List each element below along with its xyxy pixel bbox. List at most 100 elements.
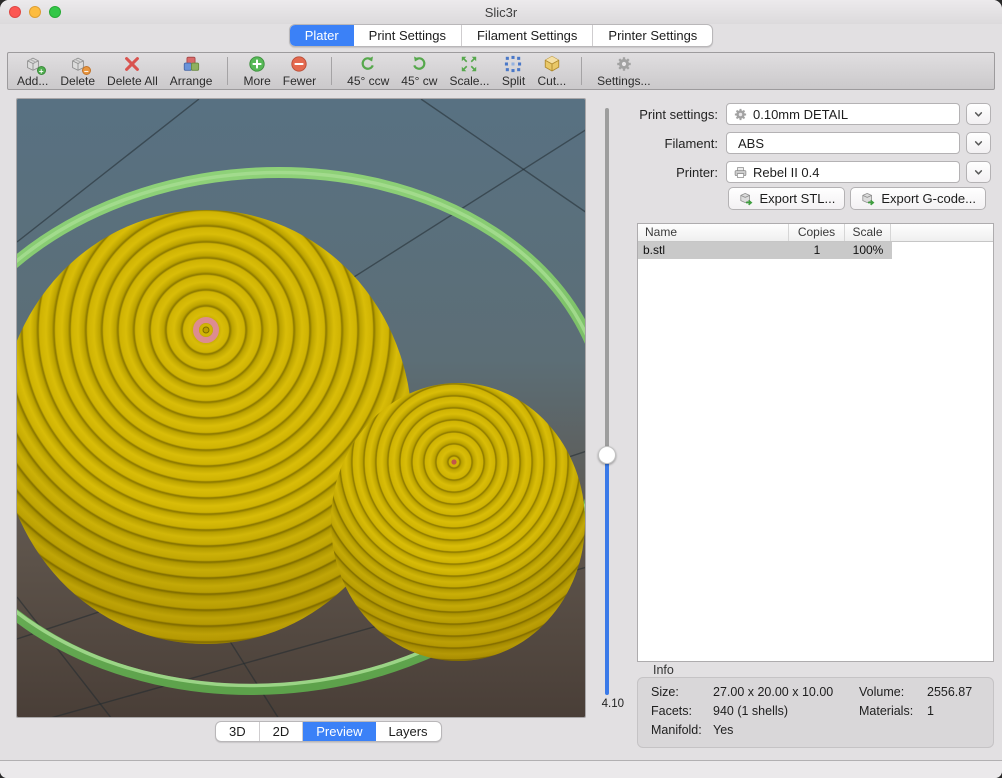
delete-all-icon xyxy=(120,55,144,74)
manifold-label: Manifold: xyxy=(651,723,713,742)
printer-dropdown-button[interactable] xyxy=(966,161,991,183)
split-icon xyxy=(501,55,525,74)
view-mode-tabs: 3D 2D Preview Layers xyxy=(215,721,442,742)
layer-height-value: 4.10 xyxy=(588,698,624,710)
table-row[interactable]: b.stl 1 100% xyxy=(638,242,892,259)
cut-button[interactable]: Cut... xyxy=(531,54,572,89)
close-window-button[interactable] xyxy=(9,6,21,18)
settings-label: Settings... xyxy=(597,74,650,88)
layer-slider: 4.10 xyxy=(588,98,630,724)
chevron-down-icon xyxy=(972,108,985,121)
tab-layers[interactable]: Layers xyxy=(376,722,441,741)
tab-printer-settings[interactable]: Printer Settings xyxy=(593,25,712,46)
fewer-button[interactable]: Fewer xyxy=(277,54,322,89)
filament-dropdown-button[interactable] xyxy=(966,132,991,154)
facets-value: 940 (1 shells) xyxy=(713,704,859,723)
cut-label: Cut... xyxy=(537,74,566,88)
chevron-down-icon xyxy=(972,166,985,179)
layer-slider-track-upper[interactable] xyxy=(605,108,609,455)
volume-label: Volume: xyxy=(859,685,927,704)
scale-button[interactable]: Scale... xyxy=(443,54,495,89)
size-value: 27.00 x 20.00 x 10.00 xyxy=(713,685,859,704)
export-gcode-icon xyxy=(860,191,876,207)
delete-object-icon: − xyxy=(66,55,90,74)
export-stl-button[interactable]: Export STL... xyxy=(728,187,845,210)
info-section-title: Info xyxy=(653,663,674,677)
tab-plater[interactable]: Plater xyxy=(290,25,354,46)
zoom-window-button[interactable] xyxy=(49,6,61,18)
top-center-dot xyxy=(451,459,456,464)
toolbar-separator xyxy=(331,57,332,85)
rotate-cw-label: 45° cw xyxy=(401,74,437,88)
arrange-button[interactable]: Arrange xyxy=(164,54,219,89)
manifold-value: Yes xyxy=(713,723,859,742)
split-label: Split xyxy=(502,74,525,88)
gear-icon xyxy=(733,107,748,122)
view-mode-tab-group: 3D 2D Preview Layers xyxy=(215,721,442,742)
more-label: More xyxy=(243,74,270,88)
split-button[interactable]: Split xyxy=(495,54,531,89)
tab-preview[interactable]: Preview xyxy=(303,722,375,741)
column-header-copies[interactable]: Copies xyxy=(789,224,845,241)
object-list: Name Copies Scale b.stl 1 100% xyxy=(637,223,994,662)
delete-all-button[interactable]: Delete All xyxy=(101,54,164,89)
more-copies-icon xyxy=(245,55,269,74)
print-settings-select[interactable]: 0.10mm DETAIL xyxy=(726,103,960,125)
tab-3d[interactable]: 3D xyxy=(216,722,260,741)
printer-select[interactable]: Rebel II 0.4 xyxy=(726,161,960,183)
object-name: b.stl xyxy=(638,242,789,259)
size-label: Size: xyxy=(651,685,713,704)
plater-toolbar: + Add... − Delete Delete All Arrange Mor… xyxy=(7,52,995,90)
filament-value: ABS xyxy=(733,136,764,151)
print-settings-value: 0.10mm DETAIL xyxy=(753,107,848,122)
model-small-dome xyxy=(331,383,585,661)
object-copies: 1 xyxy=(789,242,845,259)
layer-slider-track-lower[interactable] xyxy=(605,455,609,695)
object-scale: 100% xyxy=(845,242,891,259)
filament-label: Filament: xyxy=(630,136,726,151)
minimize-window-button[interactable] xyxy=(29,6,41,18)
printer-icon xyxy=(733,165,748,180)
print-settings-label: Print settings: xyxy=(630,107,726,122)
statusbar xyxy=(0,761,1002,778)
add-button[interactable]: + Add... xyxy=(11,54,54,89)
rotate-ccw-button[interactable]: 45° ccw xyxy=(341,54,395,89)
delete-label: Delete xyxy=(60,74,95,88)
toolbar-separator xyxy=(227,57,228,85)
main-tabstrip: Plater Print Settings Filament Settings … xyxy=(0,24,1002,50)
arrange-label: Arrange xyxy=(170,74,213,88)
filament-select[interactable]: ABS xyxy=(726,132,960,154)
tab-2d[interactable]: 2D xyxy=(260,722,304,741)
tab-filament-settings[interactable]: Filament Settings xyxy=(462,25,593,46)
rotate-ccw-icon xyxy=(356,55,380,74)
layer-slider-thumb[interactable] xyxy=(598,446,616,464)
delete-all-label: Delete All xyxy=(107,74,158,88)
export-gcode-button[interactable]: Export G-code... xyxy=(850,187,986,210)
more-button[interactable]: More xyxy=(237,54,276,89)
tab-print-settings[interactable]: Print Settings xyxy=(354,25,462,46)
print-settings-dropdown-button[interactable] xyxy=(966,103,991,125)
printer-label: Printer: xyxy=(630,165,726,180)
cut-icon xyxy=(540,55,564,74)
preview-3d-canvas[interactable] xyxy=(16,98,586,718)
arrange-icon xyxy=(179,55,203,74)
info-box: Size: 27.00 x 20.00 x 10.00 Volume: 2556… xyxy=(637,677,994,748)
materials-label: Materials: xyxy=(859,704,927,723)
delete-button[interactable]: − Delete xyxy=(54,54,101,89)
object-list-header: Name Copies Scale xyxy=(638,224,993,242)
fewer-copies-icon xyxy=(287,55,311,74)
settings-gear-icon xyxy=(612,55,636,74)
rotate-ccw-label: 45° ccw xyxy=(347,74,389,88)
printer-value: Rebel II 0.4 xyxy=(753,165,820,180)
column-header-blank xyxy=(891,224,993,241)
rotate-cw-button[interactable]: 45° cw xyxy=(395,54,443,89)
toolbar-separator xyxy=(581,57,582,85)
settings-panel: Print settings: 0.10mm DETAIL Filament: … xyxy=(630,98,996,758)
export-stl-icon xyxy=(738,191,754,207)
settings-button[interactable]: Settings... xyxy=(591,54,656,89)
column-header-scale[interactable]: Scale xyxy=(845,224,891,241)
column-header-name[interactable]: Name xyxy=(638,224,789,241)
titlebar: Slic3r xyxy=(0,0,1002,24)
add-object-icon: + xyxy=(21,55,45,74)
slic3r-window: Slic3r Plater Print Settings Filament Se… xyxy=(0,0,1002,778)
